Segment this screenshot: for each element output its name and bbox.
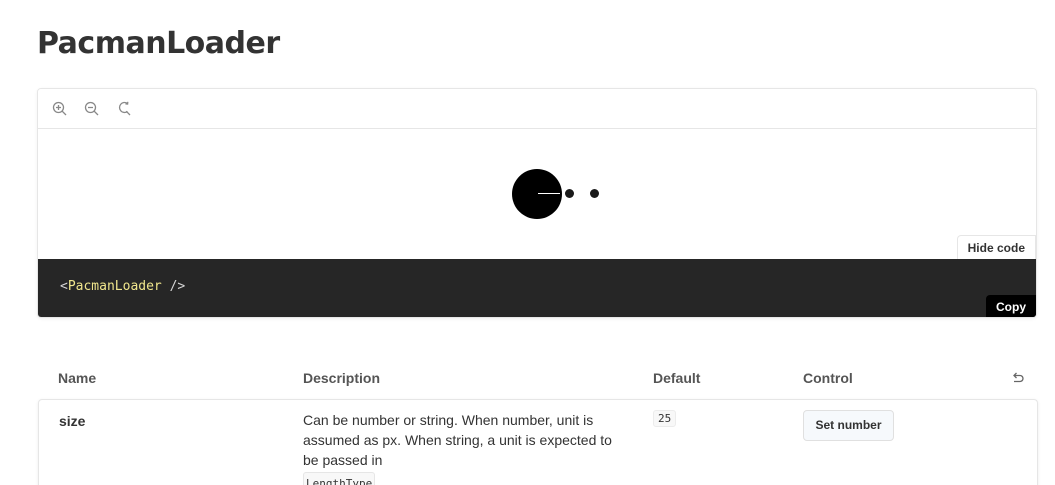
column-header-description: Description <box>303 370 381 386</box>
copy-button[interactable]: Copy <box>986 295 1036 317</box>
code-open-bracket: < <box>60 279 68 294</box>
prop-type: LengthType <box>303 472 376 485</box>
page-title: PacmanLoader <box>37 26 280 61</box>
zoom-out-icon[interactable] <box>84 101 100 117</box>
zoom-in-icon[interactable] <box>52 101 68 117</box>
prop-default: 25 <box>653 410 677 427</box>
prop-name: size <box>59 413 86 429</box>
canvas-toolbar <box>38 89 1036 129</box>
pacman-mouth-line <box>538 193 560 194</box>
prop-description: Can be number or string. When number, un… <box>303 410 623 485</box>
pacman-loader-top <box>512 169 562 194</box>
column-header-default: Default <box>653 370 701 386</box>
column-header-control: Control <box>803 370 853 386</box>
pacman-pellet <box>565 189 574 198</box>
reset-zoom-icon[interactable] <box>116 101 132 117</box>
code-snippet: <PacmanLoader /> <box>60 279 185 294</box>
component-preview <box>38 129 1036 259</box>
code-close-bracket: /> <box>161 279 186 294</box>
pacman-pellet <box>590 189 599 198</box>
props-table-header: Name Description Default Control <box>37 360 1037 396</box>
undo-icon[interactable] <box>1011 371 1025 390</box>
canvas-panel: Hide code <PacmanLoader /> Copy <box>37 88 1037 318</box>
column-header-name: Name <box>58 370 97 386</box>
code-block: <PacmanLoader /> Copy <box>38 259 1036 317</box>
props-table: size Can be number or string. When numbe… <box>38 399 1038 485</box>
set-number-button[interactable]: Set number <box>803 410 894 441</box>
prop-description-text: Can be number or string. When number, un… <box>303 412 612 468</box>
hide-code-button[interactable]: Hide code <box>956 235 1036 260</box>
code-tag-name: PacmanLoader <box>67 279 162 294</box>
pacman-loader-bottom <box>512 194 562 219</box>
